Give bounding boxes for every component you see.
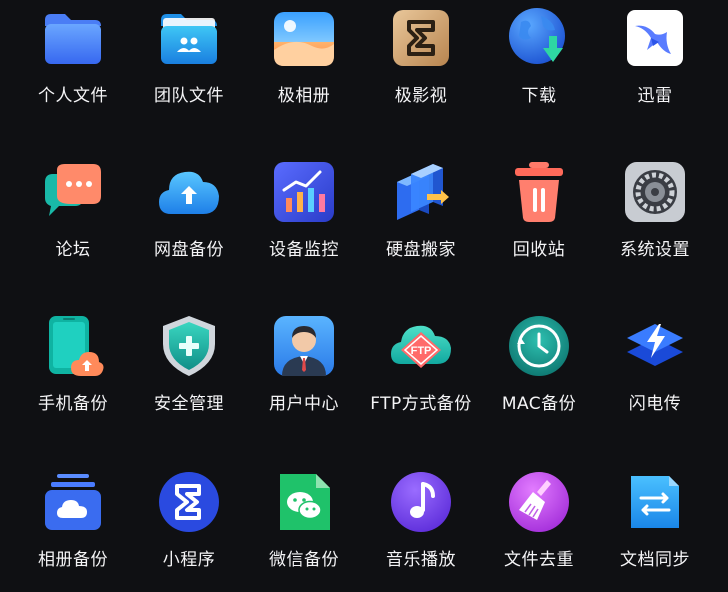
app-mini-program[interactable]: 小程序 <box>131 470 247 590</box>
app-security[interactable]: 安全管理 <box>131 314 247 434</box>
app-label: 极影视 <box>394 86 448 106</box>
app-doc-sync[interactable]: 文档同步 <box>597 470 713 590</box>
app-video[interactable]: 极影视 <box>363 6 479 126</box>
user-icon <box>272 314 336 378</box>
phone-backup-icon <box>41 314 105 378</box>
app-label: 系统设置 <box>620 240 690 260</box>
app-label: 文档同步 <box>620 550 690 570</box>
app-album-backup[interactable]: 相册备份 <box>15 470 131 590</box>
app-label: 微信备份 <box>269 550 339 570</box>
app-label: 论坛 <box>55 240 91 260</box>
app-thunder[interactable]: 迅雷 <box>597 6 713 126</box>
app-system-settings[interactable]: 系统设置 <box>597 160 713 280</box>
app-label: 用户中心 <box>269 394 339 414</box>
app-photo-album[interactable]: 极相册 <box>246 6 362 126</box>
app-grid: 个人文件 团队文件 极相册 极影视 下载 迅雷 论坛 网盘备份 设备监控 硬盘搬… <box>0 0 728 592</box>
app-cloud-backup[interactable]: 网盘备份 <box>131 160 247 280</box>
app-download[interactable]: 下载 <box>481 6 597 126</box>
app-label: 下载 <box>521 86 557 106</box>
app-label: 团队文件 <box>154 86 224 106</box>
app-label: 小程序 <box>162 550 216 570</box>
wechat-icon <box>272 470 336 534</box>
trash-icon <box>507 160 571 224</box>
photo-album-icon <box>272 6 336 70</box>
mini-program-icon <box>157 470 221 534</box>
doc-sync-icon <box>623 470 687 534</box>
shield-icon <box>157 314 221 378</box>
app-label: 设备监控 <box>269 240 339 260</box>
app-label: 个人文件 <box>38 86 108 106</box>
app-wechat-backup[interactable]: 微信备份 <box>246 470 362 590</box>
app-ftp-backup[interactable]: FTP FTP方式备份 <box>363 314 479 434</box>
video-icon <box>389 6 453 70</box>
app-label: 安全管理 <box>154 394 224 414</box>
gear-icon <box>623 160 687 224</box>
time-machine-icon <box>507 314 571 378</box>
download-globe-icon <box>507 6 571 70</box>
music-icon <box>389 470 453 534</box>
app-label: 回收站 <box>512 240 566 260</box>
app-label: 相册备份 <box>38 550 108 570</box>
svg-text:FTP: FTP <box>411 345 432 357</box>
app-mac-backup[interactable]: MAC备份 <box>481 314 597 434</box>
app-phone-backup[interactable]: 手机备份 <box>15 314 131 434</box>
app-flash-transfer[interactable]: 闪电传 <box>597 314 713 434</box>
ftp-cloud-icon: FTP <box>389 314 453 378</box>
app-music-player[interactable]: 音乐播放 <box>363 470 479 590</box>
app-label: 迅雷 <box>637 86 673 106</box>
app-team-files[interactable]: 团队文件 <box>131 6 247 126</box>
thunder-bird-icon <box>623 6 687 70</box>
app-label: 极相册 <box>277 86 331 106</box>
app-file-dedup[interactable]: 文件去重 <box>481 470 597 590</box>
app-label: 网盘备份 <box>154 240 224 260</box>
app-label: MAC备份 <box>501 394 577 414</box>
app-label: FTP方式备份 <box>370 394 472 414</box>
app-recycle-bin[interactable]: 回收站 <box>481 160 597 280</box>
app-disk-migrate[interactable]: 硬盘搬家 <box>363 160 479 280</box>
chart-monitor-icon <box>272 160 336 224</box>
app-label: 文件去重 <box>504 550 574 570</box>
app-label: 硬盘搬家 <box>386 240 456 260</box>
app-personal-files[interactable]: 个人文件 <box>15 6 131 126</box>
team-folder-icon <box>157 6 221 70</box>
forum-chat-icon <box>41 160 105 224</box>
app-label: 闪电传 <box>628 394 682 414</box>
cloud-upload-icon <box>157 160 221 224</box>
folder-icon <box>41 6 105 70</box>
lightning-icon <box>623 314 687 378</box>
app-forum[interactable]: 论坛 <box>15 160 131 280</box>
broom-icon <box>507 470 571 534</box>
disk-migrate-icon <box>389 160 453 224</box>
album-cloud-icon <box>41 470 105 534</box>
app-label: 手机备份 <box>38 394 108 414</box>
app-user-center[interactable]: 用户中心 <box>246 314 362 434</box>
app-device-monitor[interactable]: 设备监控 <box>246 160 362 280</box>
app-label: 音乐播放 <box>386 550 456 570</box>
